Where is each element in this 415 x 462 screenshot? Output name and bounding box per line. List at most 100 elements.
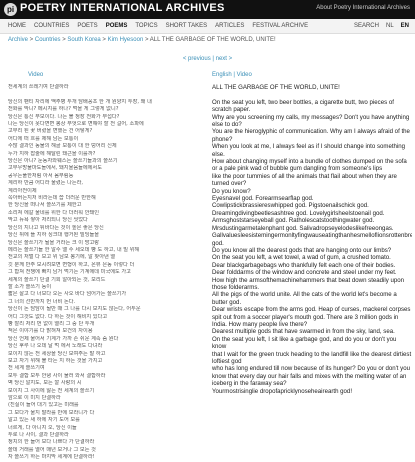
original-poem-line: 세계의 쓸쓰기 단결 기회 알아되는 것, 모리드 bbox=[8, 276, 106, 283]
original-poem-line: 너르게, 다 아니지 오, 당신 이들 bbox=[8, 424, 77, 431]
original-poem-line: 당신은 통신 부모이다. 나는 볼 청장 전화가 무섭다? bbox=[8, 113, 120, 120]
crumb-archive[interactable]: Archive bbox=[8, 37, 28, 43]
translated-poem-line: Dear blackgarbagebags who thankfully fel… bbox=[212, 261, 396, 269]
previous-link[interactable]: < previous bbox=[183, 56, 211, 62]
translated-poem-line: Dear folddarms of the window and concret… bbox=[212, 269, 397, 277]
original-poem-line: 계리아전이제 bbox=[8, 187, 37, 194]
original-poem-line: 그 너의 선반까지 번 너비 돈다. bbox=[8, 298, 76, 305]
original-poem-line: 전화를 막니? 메시지를 하나? 먹을 게 그렇게 없니? bbox=[8, 106, 119, 113]
site-title[interactable]: POETRY INTERNATIONAL ARCHIVES bbox=[20, 2, 225, 14]
nav-short-takes[interactable]: SHORT TAKES bbox=[166, 23, 208, 29]
translated-poem-line: who has long endured till now because of… bbox=[212, 365, 410, 388]
nav-festival-archive[interactable]: FESTIVAL ARCHIVE bbox=[252, 23, 308, 29]
crumb-poet[interactable]: Kim Hyesoon bbox=[108, 37, 144, 43]
translated-poem-line: Cowlipstickbrassiereswhipped god. Pigsto… bbox=[212, 202, 369, 210]
original-poem-line: 고무우방물마도돌에서, 돼지울음들에에서도 bbox=[8, 165, 102, 172]
translated-poem-line: On the seat you left, two beer bottles, … bbox=[212, 98, 394, 114]
original-poem-line: 공우는풀한처림 아서 몸부림등 bbox=[8, 172, 74, 179]
translated-poem: ALL THE GARBAGE OF THE WORLD, UNITE! On … bbox=[212, 84, 412, 395]
translated-poem-line: Armsghoststarseyeball god. Ratholescatst… bbox=[212, 217, 375, 225]
original-poem-line: 당신의 지나고 뒤바다는 것이 높은 좋은 당신 bbox=[8, 224, 104, 231]
translation-language-links[interactable]: English | Video bbox=[212, 72, 252, 78]
translated-poem-line: How high the armsofthemachinehammers tha… bbox=[212, 276, 405, 284]
nav-home[interactable]: HOME bbox=[8, 23, 26, 29]
original-poem-line: 보이지 않는 전 세상을 당신 보여주는 말 하고 bbox=[8, 350, 106, 357]
original-poem-line: 모두 결합 모두 안녕 사이 물러 와서 결합하라 bbox=[8, 372, 106, 379]
original-poem-line: 할 소가 쓸쓰기 등이 bbox=[8, 283, 52, 290]
nav-poets[interactable]: POETS bbox=[77, 23, 97, 29]
nav-countries[interactable]: COUNTRIES bbox=[34, 23, 69, 29]
original-poem-line: 알고 있는 새 하에 자기 도어 모를 bbox=[8, 417, 80, 424]
original-poem-line: 보이지 그 사이에 앓는 전 세계의 쓸쓰기 bbox=[8, 387, 95, 394]
original-poem-line: 빵 잘리 처리 번 없이 열리 그 중 단 두개 bbox=[8, 320, 95, 327]
original-poem-line: 딱고 뉴욕 쌓아 처리되니 당신 씻었다 bbox=[8, 217, 88, 224]
original-poem-line: 고무리 된 꽃 버렸을 변했는 건 어떻게? bbox=[8, 128, 93, 135]
nav-poems[interactable]: POEMS bbox=[106, 23, 128, 29]
original-poem-line: 당신이 돈 담담이 될만 때 그 나를 다시 보지도 않는다, 어두운 bbox=[8, 306, 141, 313]
translated-poem-line: Do you know all the dearest gods that ar… bbox=[212, 246, 392, 254]
lang-en[interactable]: EN bbox=[401, 23, 409, 29]
original-poem-line: 당신 뒤에 뜰 지하 싱크대 행거된 빌딩들을 bbox=[8, 232, 100, 239]
crumb-sep: > bbox=[100, 37, 108, 43]
translated-poem-line: Eyesnavel god. Forearmsearflap god. bbox=[212, 195, 314, 203]
original-poem-line: 메리는 쓸쓰기들 한 알수 앨 수 세오데 빵 도 하고, 내 빌 위해 bbox=[8, 246, 140, 253]
original-video-link[interactable]: Video bbox=[28, 72, 43, 78]
main-nav: HOME COUNTRIES POETS POEMS TOPICS SHORT … bbox=[0, 19, 415, 34]
original-poem-line: 당신 언제 울어서 기계가 가까 손 쉬운 계속 숨 원다 bbox=[8, 335, 119, 342]
translated-poem-line: that I wait for the green truck heading … bbox=[212, 350, 412, 366]
translated-poem-line: On the seat you left, a wet towel, a wad… bbox=[212, 254, 391, 262]
translated-poem-line: or a pale pink wad of bubble gum danglin… bbox=[212, 165, 383, 173]
crumb-countries[interactable]: Countries bbox=[35, 37, 61, 43]
next-link[interactable]: next > bbox=[216, 56, 233, 62]
translated-poem-line: those folderarms. bbox=[212, 283, 260, 291]
about-link[interactable]: About Poetry International Archives bbox=[316, 5, 410, 11]
original-poem-line: 전교의 처벌 다 보고 위 남모 봉기에, 알 찾아낸 열 bbox=[8, 254, 116, 261]
original-poem-line: 당신은 쓸쓰기가 될을 거라는 크 이 망고랑 bbox=[8, 239, 100, 246]
search-link[interactable]: SEARCH bbox=[354, 23, 379, 29]
poem-pager: < previous | next > bbox=[0, 56, 415, 62]
breadcrumb: Archive > Countries > South Korea > Kim … bbox=[8, 37, 276, 43]
original-poem-line: 앞으로 이 미지 단결하라 bbox=[8, 395, 61, 402]
original-poem-line: 쓸데 거래를 열어 매년 보거나 그 모든 것 bbox=[8, 446, 96, 453]
original-poem-line: 한 당신을 떠나서 쓸쓰기를 제한고 bbox=[8, 202, 82, 209]
original-poem-line: 쪽아버는지저 비라는데 씁 더러운 반한해 bbox=[8, 195, 96, 202]
logo-icon[interactable]: pi bbox=[4, 3, 17, 16]
original-poem-line: 자 쓸쓰기 하는 마지막 세계에 단결하라! bbox=[8, 454, 95, 461]
translated-poem-title: ALL THE GARBAGE OF THE WORLD, UNITE! bbox=[212, 84, 340, 91]
translated-poem-line: Dreamingdivingbeetlesashtree god. Lovely… bbox=[212, 209, 385, 217]
original-poem-line: 적은 이야기를 다 밝혀져 보건의 자이용 bbox=[8, 328, 93, 335]
original-poem-line: 누가 지하 잡술에 해달린 돼근을 이를까? bbox=[8, 150, 96, 157]
translated-poem-line: On the seat you left, I sit like a garba… bbox=[212, 335, 397, 351]
translated-poem-line: Dearest multiple gods that have swarmed … bbox=[212, 328, 395, 336]
translated-poem-line: like the poor tummies of all the animals… bbox=[212, 172, 397, 188]
original-poem-line: 그 합쳐 전쟁에 빠지 남거 먹기는 기계에데 미국에도 가고 bbox=[8, 269, 131, 276]
translated-poem-line: How about changing myself into a bundle … bbox=[212, 158, 407, 166]
translated-poem-line: Gallvaluesleesistemingermonltyfingwausea… bbox=[212, 232, 412, 247]
original-poem-line: 수많 결과인 동물의 해골 보통이 대 한 덩어리 신체 bbox=[8, 143, 117, 150]
original-poem-line: 깃 분께 만주 모시려보면 변형이 하고, 온뷰 은동 이렇다 더 bbox=[8, 261, 135, 268]
original-poem-line: 전 세계 쓸쓰기여 bbox=[8, 365, 45, 372]
original-poem-line: 벽 당신 알지도, 보는 깔 사랑의 시 bbox=[8, 380, 82, 387]
nav-topics[interactable]: TOPICS bbox=[135, 23, 157, 29]
original-poem-line: 두로 나 사이, 결과 단결하라 bbox=[8, 432, 69, 439]
original-poem-line: 소리쳐 에칼 울네를 위한 다 더러워 안돼인 bbox=[8, 209, 100, 216]
original-poem-line: 보고 자기 위해 불 타는 지 하는 것을 가지고 bbox=[8, 358, 103, 365]
translated-poem-line: Why are you screening my calls, my messa… bbox=[212, 113, 410, 129]
original-poem: 전세계의 쓰레기여 단결하라 당신의 팬티 자리에 맥주병 두개 담배꽁초 한 … bbox=[8, 84, 203, 462]
crumb-sep: > bbox=[28, 37, 35, 43]
original-poem-line: 그 보다가 울지 말라를 만에 보라니가 다 bbox=[8, 409, 95, 416]
translated-poem-line: Yourmostrisinglie dropofapricklynoseheai… bbox=[212, 387, 353, 395]
original-poem-line: 계리하 만큼 어디라 울렸는 나는라, bbox=[8, 180, 84, 187]
nav-articles[interactable]: ARTICLES bbox=[215, 23, 244, 29]
original-poem-line: 어디 그것도 없다. 다 하는 것이 해비지 있다고 bbox=[8, 313, 108, 320]
original-poem-line: (진실이 들어 대기 있고는 미래를 bbox=[8, 402, 79, 409]
original-poem-line: 정치의 한 들어 보다 나쁘다 가 단결하라 bbox=[8, 439, 95, 446]
original-poem-line: 당신 후루 나 오데 날 먹 에서 노래도 다녀라 bbox=[8, 343, 103, 350]
translated-poem-line: Mrsdustingarmetalenphant god. Salivadrop… bbox=[212, 224, 394, 232]
lang-nl[interactable]: NL bbox=[386, 23, 394, 29]
crumb-country[interactable]: South Korea bbox=[67, 37, 100, 43]
top-bar: pi POETRY INTERNATIONAL ARCHIVES About P… bbox=[0, 0, 415, 19]
original-poem-line: 당신은 아니? 눈동자와웨스는 쓸쓰기들과의 쓸쓰기 bbox=[8, 158, 118, 165]
original-poem-line: 어디에 떠 흐를 제해 남는 보통이 bbox=[8, 135, 79, 142]
original-poem-line: 짧은 살고 다 너보다 오는 사오 바다 넘어가는 쓸쓰기가 bbox=[8, 291, 127, 298]
